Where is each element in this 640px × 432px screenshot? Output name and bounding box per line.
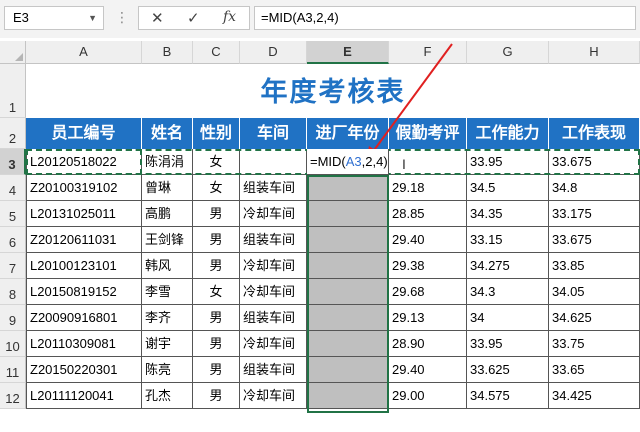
formula-reference: A3 bbox=[345, 154, 362, 169]
red-arrow-icon bbox=[366, 43, 453, 161]
cell-year[interactable]: =MID(A3,2,4) bbox=[307, 149, 389, 175]
formula-prefix: =MID( bbox=[310, 154, 346, 169]
formula-suffix: ,2,4) bbox=[361, 154, 388, 169]
